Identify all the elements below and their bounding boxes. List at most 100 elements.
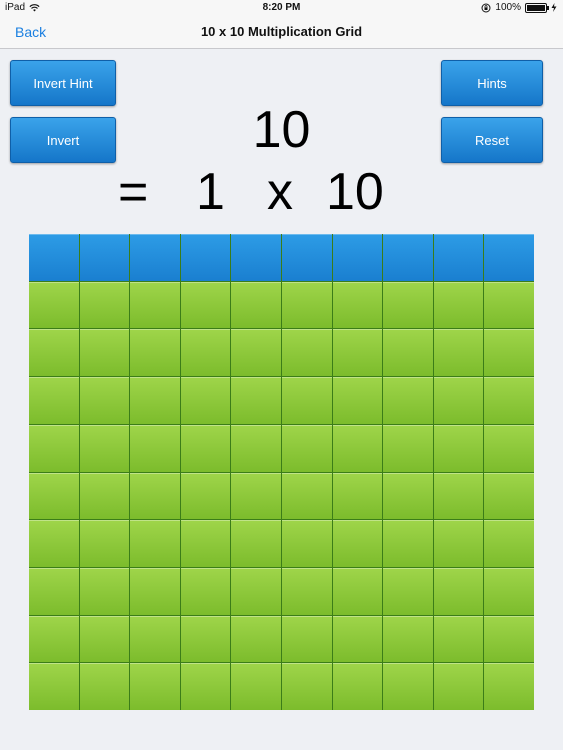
grid-cell-highlighted[interactable]	[484, 234, 534, 281]
grid-cell[interactable]	[332, 520, 383, 567]
grid-cell[interactable]	[332, 377, 383, 424]
grid-cell[interactable]	[383, 520, 433, 567]
grid-cell[interactable]	[281, 520, 332, 567]
grid-cell[interactable]	[484, 377, 534, 424]
grid-cell[interactable]	[180, 329, 231, 377]
grid-cell[interactable]	[79, 567, 130, 615]
grid-cell[interactable]	[79, 472, 130, 520]
grid-cell[interactable]	[130, 520, 180, 567]
grid-cell-highlighted[interactable]	[433, 234, 484, 281]
grid-cell[interactable]	[130, 424, 180, 472]
grid-cell[interactable]	[484, 663, 534, 710]
grid-cell[interactable]	[180, 424, 231, 472]
grid-cell[interactable]	[29, 377, 79, 424]
grid-cell[interactable]	[29, 520, 79, 567]
grid-cell[interactable]	[29, 281, 79, 329]
grid-cell[interactable]	[281, 377, 332, 424]
grid-cell[interactable]	[281, 281, 332, 329]
grid-cell[interactable]	[383, 663, 433, 710]
grid-cell[interactable]	[484, 281, 534, 329]
grid-cell[interactable]	[484, 567, 534, 615]
grid-cell[interactable]	[29, 567, 79, 615]
grid-cell[interactable]	[79, 520, 130, 567]
grid-cell[interactable]	[281, 615, 332, 663]
grid-cell[interactable]	[433, 377, 484, 424]
grid-cell[interactable]	[484, 615, 534, 663]
grid-cell[interactable]	[433, 329, 484, 377]
grid-cell[interactable]	[383, 377, 433, 424]
grid-cell[interactable]	[79, 377, 130, 424]
grid-cell[interactable]	[29, 424, 79, 472]
grid-cell[interactable]	[383, 472, 433, 520]
grid-cell[interactable]	[433, 424, 484, 472]
grid-cell[interactable]	[180, 520, 231, 567]
grid-cell[interactable]	[130, 567, 180, 615]
grid-cell[interactable]	[383, 424, 433, 472]
grid-cell[interactable]	[231, 472, 281, 520]
grid-cell[interactable]	[130, 615, 180, 663]
grid-cell[interactable]	[29, 472, 79, 520]
grid-cell[interactable]	[281, 424, 332, 472]
grid-cell[interactable]	[130, 377, 180, 424]
grid-cell[interactable]	[433, 281, 484, 329]
grid-cell[interactable]	[231, 520, 281, 567]
grid-cell[interactable]	[433, 520, 484, 567]
grid-cell[interactable]	[231, 281, 281, 329]
grid-cell[interactable]	[433, 615, 484, 663]
grid-cell[interactable]	[332, 663, 383, 710]
grid-cell[interactable]	[231, 377, 281, 424]
grid-cell[interactable]	[180, 615, 231, 663]
grid-cell[interactable]	[383, 281, 433, 329]
grid-cell[interactable]	[332, 329, 383, 377]
grid-cell[interactable]	[79, 329, 130, 377]
grid-cell[interactable]	[29, 663, 79, 710]
grid-cell[interactable]	[180, 281, 231, 329]
grid-cell[interactable]	[180, 472, 231, 520]
grid-cell-highlighted[interactable]	[79, 234, 130, 281]
grid-cell[interactable]	[383, 329, 433, 377]
grid-cell[interactable]	[180, 377, 231, 424]
grid-cell-highlighted[interactable]	[231, 234, 281, 281]
grid-cell[interactable]	[130, 472, 180, 520]
grid-cell[interactable]	[484, 424, 534, 472]
grid-cell[interactable]	[180, 663, 231, 710]
grid-cell[interactable]	[231, 615, 281, 663]
grid-cell-highlighted[interactable]	[130, 234, 180, 281]
grid-cell[interactable]	[332, 424, 383, 472]
grid-cell-highlighted[interactable]	[383, 234, 433, 281]
grid-cell[interactable]	[79, 424, 130, 472]
grid-cell[interactable]	[484, 520, 534, 567]
grid-cell[interactable]	[332, 281, 383, 329]
grid-cell[interactable]	[231, 567, 281, 615]
grid-cell[interactable]	[231, 329, 281, 377]
grid-cell[interactable]	[332, 615, 383, 663]
multiplication-grid[interactable]	[29, 234, 534, 710]
grid-cell[interactable]	[79, 281, 130, 329]
grid-cell[interactable]	[79, 663, 130, 710]
grid-cell[interactable]	[281, 472, 332, 520]
grid-cell[interactable]	[180, 567, 231, 615]
grid-cell[interactable]	[29, 615, 79, 663]
grid-cell[interactable]	[130, 281, 180, 329]
grid-cell-highlighted[interactable]	[180, 234, 231, 281]
grid-cell[interactable]	[383, 567, 433, 615]
grid-cell[interactable]	[130, 329, 180, 377]
grid-cell-highlighted[interactable]	[281, 234, 332, 281]
grid-cell[interactable]	[130, 663, 180, 710]
grid-cell[interactable]	[484, 329, 534, 377]
grid-cell[interactable]	[332, 567, 383, 615]
grid-cell-highlighted[interactable]	[332, 234, 383, 281]
grid-cell[interactable]	[433, 472, 484, 520]
grid-cell[interactable]	[383, 615, 433, 663]
grid-cell[interactable]	[281, 663, 332, 710]
grid-cell[interactable]	[29, 329, 79, 377]
grid-cell[interactable]	[231, 663, 281, 710]
grid-cell[interactable]	[433, 567, 484, 615]
grid-cell-highlighted[interactable]	[29, 234, 79, 281]
grid-cell[interactable]	[79, 615, 130, 663]
grid-cell[interactable]	[281, 329, 332, 377]
grid-cell[interactable]	[332, 472, 383, 520]
grid-cell[interactable]	[281, 567, 332, 615]
grid-cell[interactable]	[231, 424, 281, 472]
grid-cell[interactable]	[433, 663, 484, 710]
